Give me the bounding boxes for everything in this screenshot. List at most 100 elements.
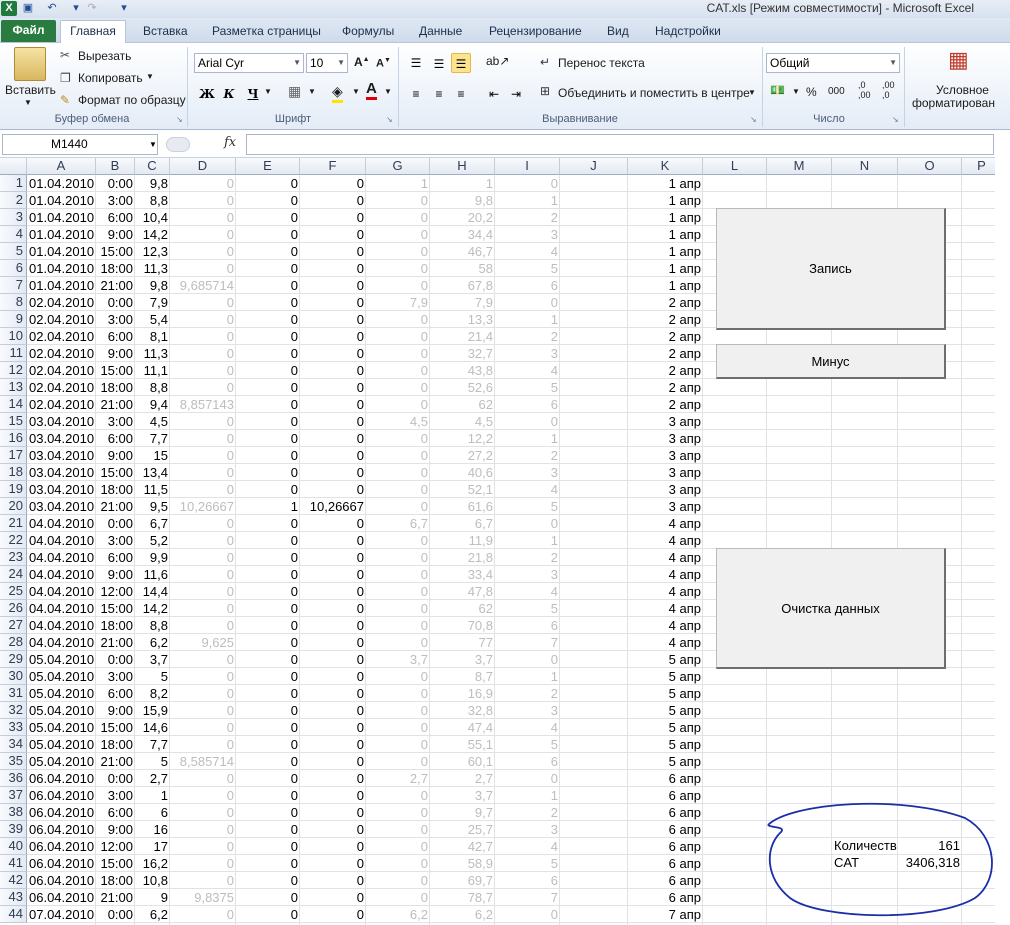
cell-a[interactable]: 03.04.2010: [27, 447, 96, 464]
cell-c[interactable]: 9,9: [135, 549, 170, 566]
cell-k[interactable]: 3 апр: [628, 447, 703, 464]
cell-e[interactable]: 0: [236, 345, 300, 362]
font-launcher-icon[interactable]: ↘: [386, 115, 393, 124]
cell-a[interactable]: 06.04.2010: [27, 855, 96, 872]
cell-h[interactable]: 58,9: [430, 855, 495, 872]
cell-b[interactable]: 3:00: [96, 668, 135, 685]
cell-b[interactable]: 21:00: [96, 498, 135, 515]
cell-b[interactable]: 18:00: [96, 481, 135, 498]
cell-e[interactable]: 0: [236, 821, 300, 838]
cell-e[interactable]: 0: [236, 175, 300, 192]
font-color-icon[interactable]: A: [366, 81, 377, 100]
cell-d[interactable]: 0: [170, 549, 236, 566]
cell-d[interactable]: 0: [170, 685, 236, 702]
cell-e[interactable]: 0: [236, 362, 300, 379]
number-format-combo[interactable]: Общий ▼: [766, 53, 900, 73]
row-header[interactable]: 17: [0, 447, 27, 464]
cell-i[interactable]: 5: [495, 855, 560, 872]
cell-f[interactable]: 0: [300, 651, 366, 668]
cell-h[interactable]: 46,7: [430, 243, 495, 260]
cell-c[interactable]: 5,4: [135, 311, 170, 328]
cell-a[interactable]: 03.04.2010: [27, 430, 96, 447]
cell-i[interactable]: 1: [495, 532, 560, 549]
cell-k[interactable]: 6 апр: [628, 838, 703, 855]
cell-c[interactable]: 8,1: [135, 328, 170, 345]
cell-f[interactable]: 0: [300, 719, 366, 736]
cell-i[interactable]: 7: [495, 634, 560, 651]
cell-i[interactable]: 4: [495, 838, 560, 855]
cell-g[interactable]: 0: [366, 855, 430, 872]
column-header-l[interactable]: L: [703, 158, 767, 175]
cell-f[interactable]: 0: [300, 685, 366, 702]
row-header[interactable]: 19: [0, 481, 27, 498]
cell-e[interactable]: 0: [236, 617, 300, 634]
cell-d[interactable]: 0: [170, 260, 236, 277]
cell-c[interactable]: 14,2: [135, 600, 170, 617]
cell-k[interactable]: 6 апр: [628, 855, 703, 872]
cell-e[interactable]: 0: [236, 719, 300, 736]
cell-k[interactable]: 5 апр: [628, 685, 703, 702]
cell-k[interactable]: 1 апр: [628, 209, 703, 226]
cell-h[interactable]: 25,7: [430, 821, 495, 838]
cell-e[interactable]: 0: [236, 855, 300, 872]
cell-h[interactable]: 67,8: [430, 277, 495, 294]
cell-a[interactable]: 01.04.2010: [27, 192, 96, 209]
cell-b[interactable]: 12:00: [96, 583, 135, 600]
cell-e[interactable]: 0: [236, 447, 300, 464]
cell-k[interactable]: 5 апр: [628, 736, 703, 753]
merge-center-button[interactable]: Объединить и поместить в центре: [558, 86, 750, 100]
cell-e[interactable]: 0: [236, 634, 300, 651]
cell-b[interactable]: 6:00: [96, 209, 135, 226]
cell-a[interactable]: 04.04.2010: [27, 549, 96, 566]
cell-f[interactable]: 0: [300, 889, 366, 906]
cell-k[interactable]: 7 апр: [628, 906, 703, 923]
row-header[interactable]: 18: [0, 464, 27, 481]
row-header[interactable]: 24: [0, 566, 27, 583]
cell-d[interactable]: 0: [170, 651, 236, 668]
cell-d[interactable]: 0: [170, 345, 236, 362]
row-header[interactable]: 28: [0, 634, 27, 651]
cell-b[interactable]: 21:00: [96, 753, 135, 770]
cell-c[interactable]: 2,7: [135, 770, 170, 787]
cell-i[interactable]: 6: [495, 277, 560, 294]
cell-b[interactable]: 6:00: [96, 804, 135, 821]
cell-e[interactable]: 0: [236, 532, 300, 549]
cell-i[interactable]: 4: [495, 719, 560, 736]
cell-c[interactable]: 1: [135, 787, 170, 804]
cell-b[interactable]: 15:00: [96, 362, 135, 379]
cell-c[interactable]: 8,8: [135, 192, 170, 209]
cell-b[interactable]: 21:00: [96, 396, 135, 413]
cell-k[interactable]: 1 апр: [628, 243, 703, 260]
cell-b[interactable]: 0:00: [96, 175, 135, 192]
cell-c[interactable]: 5: [135, 753, 170, 770]
cell-h[interactable]: 9,8: [430, 192, 495, 209]
cell-k[interactable]: 3 апр: [628, 430, 703, 447]
fill-color-icon[interactable]: ◈: [332, 83, 343, 103]
cell-k[interactable]: 4 апр: [628, 515, 703, 532]
row-header[interactable]: 35: [0, 753, 27, 770]
cell-g[interactable]: 0: [366, 192, 430, 209]
row-header[interactable]: 30: [0, 668, 27, 685]
cell-a[interactable]: 01.04.2010: [27, 260, 96, 277]
cell-k[interactable]: 3 апр: [628, 481, 703, 498]
cell-h[interactable]: 1: [430, 175, 495, 192]
column-header-m[interactable]: M: [767, 158, 832, 175]
cell-a[interactable]: 05.04.2010: [27, 651, 96, 668]
cell-g[interactable]: 0: [366, 736, 430, 753]
cell-f[interactable]: 0: [300, 328, 366, 345]
cell-d[interactable]: 0: [170, 328, 236, 345]
cell-k[interactable]: 6 апр: [628, 804, 703, 821]
cell-a[interactable]: 06.04.2010: [27, 821, 96, 838]
cell-k[interactable]: 2 апр: [628, 294, 703, 311]
row-header[interactable]: 41: [0, 855, 27, 872]
cell-h[interactable]: 32,7: [430, 345, 495, 362]
row-header[interactable]: 14: [0, 396, 27, 413]
cell-e[interactable]: 0: [236, 328, 300, 345]
cell-b[interactable]: 6:00: [96, 685, 135, 702]
cell-h[interactable]: 21,8: [430, 549, 495, 566]
formula-input[interactable]: [246, 134, 994, 155]
cell-g[interactable]: 0: [366, 464, 430, 481]
cell-d[interactable]: 0: [170, 600, 236, 617]
cell-g[interactable]: 0: [366, 379, 430, 396]
cell-h[interactable]: 32,8: [430, 702, 495, 719]
